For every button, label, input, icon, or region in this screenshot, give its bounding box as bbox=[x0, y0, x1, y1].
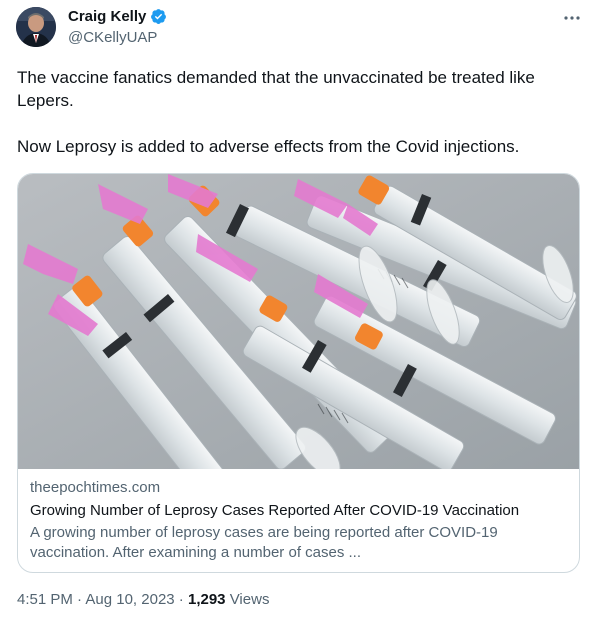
link-domain[interactable]: theepochtimes.com bbox=[30, 478, 569, 498]
link-title[interactable]: Growing Number of Leprosy Cases Reported… bbox=[30, 501, 569, 521]
tweet-time[interactable]: 4:51 PM bbox=[17, 591, 73, 608]
avatar[interactable] bbox=[16, 7, 56, 47]
meta-separator: · bbox=[72, 591, 86, 608]
link-card[interactable]: theepochtimes.com Growing Number of Lepr… bbox=[17, 173, 580, 573]
author-name-row[interactable]: Craig Kelly bbox=[68, 8, 167, 25]
link-description: A growing number of leprosy cases are be… bbox=[30, 524, 498, 561]
views-count[interactable]: 1,293 bbox=[188, 591, 226, 608]
more-options-icon[interactable] bbox=[562, 8, 582, 28]
verified-icon bbox=[151, 9, 167, 24]
tweet-text: The vaccine fanatics demanded that the u… bbox=[17, 68, 535, 156]
avatar-image bbox=[16, 7, 56, 47]
tweet-meta: 4:51 PM · Aug 10, 2023 · 1,293 Views bbox=[17, 591, 269, 608]
views-label: Views bbox=[225, 591, 270, 608]
syringes-photo bbox=[18, 174, 579, 469]
author-handle[interactable]: @CKellyUAP bbox=[68, 29, 157, 46]
meta-separator: · bbox=[174, 591, 188, 608]
tweet-date[interactable]: Aug 10, 2023 bbox=[85, 591, 174, 608]
author-name[interactable]: Craig Kelly bbox=[68, 8, 146, 25]
link-card-body[interactable]: theepochtimes.com Growing Number of Lepr… bbox=[30, 478, 569, 563]
